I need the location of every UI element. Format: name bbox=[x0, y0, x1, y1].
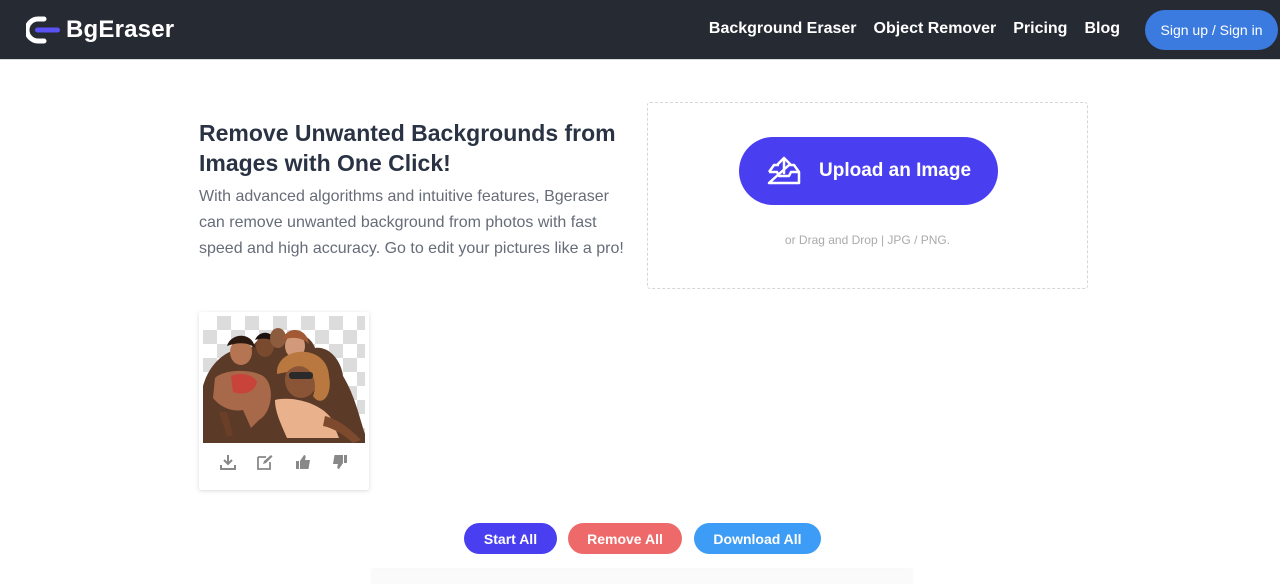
thumbs-up-icon[interactable] bbox=[294, 453, 312, 471]
top-navbar: BgEraser Background Eraser Object Remove… bbox=[0, 0, 1280, 60]
upload-icon bbox=[767, 156, 801, 185]
logo-icon bbox=[26, 16, 60, 44]
signin-button[interactable]: Sign up / Sign in bbox=[1145, 10, 1278, 50]
page-title: Remove Unwanted Backgrounds from Images … bbox=[199, 120, 616, 176]
download-all-button[interactable]: Download All bbox=[694, 523, 821, 554]
start-all-button[interactable]: Start All bbox=[464, 523, 557, 554]
thumbs-down-icon[interactable] bbox=[331, 453, 349, 471]
result-thumbnail[interactable] bbox=[203, 316, 365, 443]
upload-image-button[interactable]: Upload an Image bbox=[739, 137, 998, 205]
drop-hint: or Drag and Drop | JPG / PNG. bbox=[784, 233, 951, 247]
nav-pricing[interactable]: Pricing bbox=[1013, 20, 1067, 38]
main-nav: Background Eraser Object Remover Pricing… bbox=[709, 20, 1120, 38]
people-cutout-image bbox=[203, 328, 365, 443]
bottom-panel-edge bbox=[372, 570, 912, 584]
download-icon[interactable] bbox=[219, 453, 237, 471]
card-actions bbox=[199, 453, 369, 471]
nav-object-remover[interactable]: Object Remover bbox=[874, 20, 997, 38]
upload-image-label: Upload an Image bbox=[819, 160, 972, 181]
edit-icon[interactable] bbox=[256, 453, 274, 471]
nav-blog[interactable]: Blog bbox=[1084, 20, 1120, 38]
logo-text: BgEraser bbox=[66, 16, 175, 43]
hero-description: With advanced algorithms and intuitive f… bbox=[199, 188, 624, 257]
nav-background-eraser[interactable]: Background Eraser bbox=[709, 20, 857, 38]
remove-all-button[interactable]: Remove All bbox=[568, 523, 682, 554]
drop-zone[interactable]: Upload an Image or Drag and Drop | JPG /… bbox=[647, 102, 1088, 289]
result-card bbox=[199, 312, 369, 490]
logo[interactable]: BgEraser bbox=[26, 16, 174, 44]
